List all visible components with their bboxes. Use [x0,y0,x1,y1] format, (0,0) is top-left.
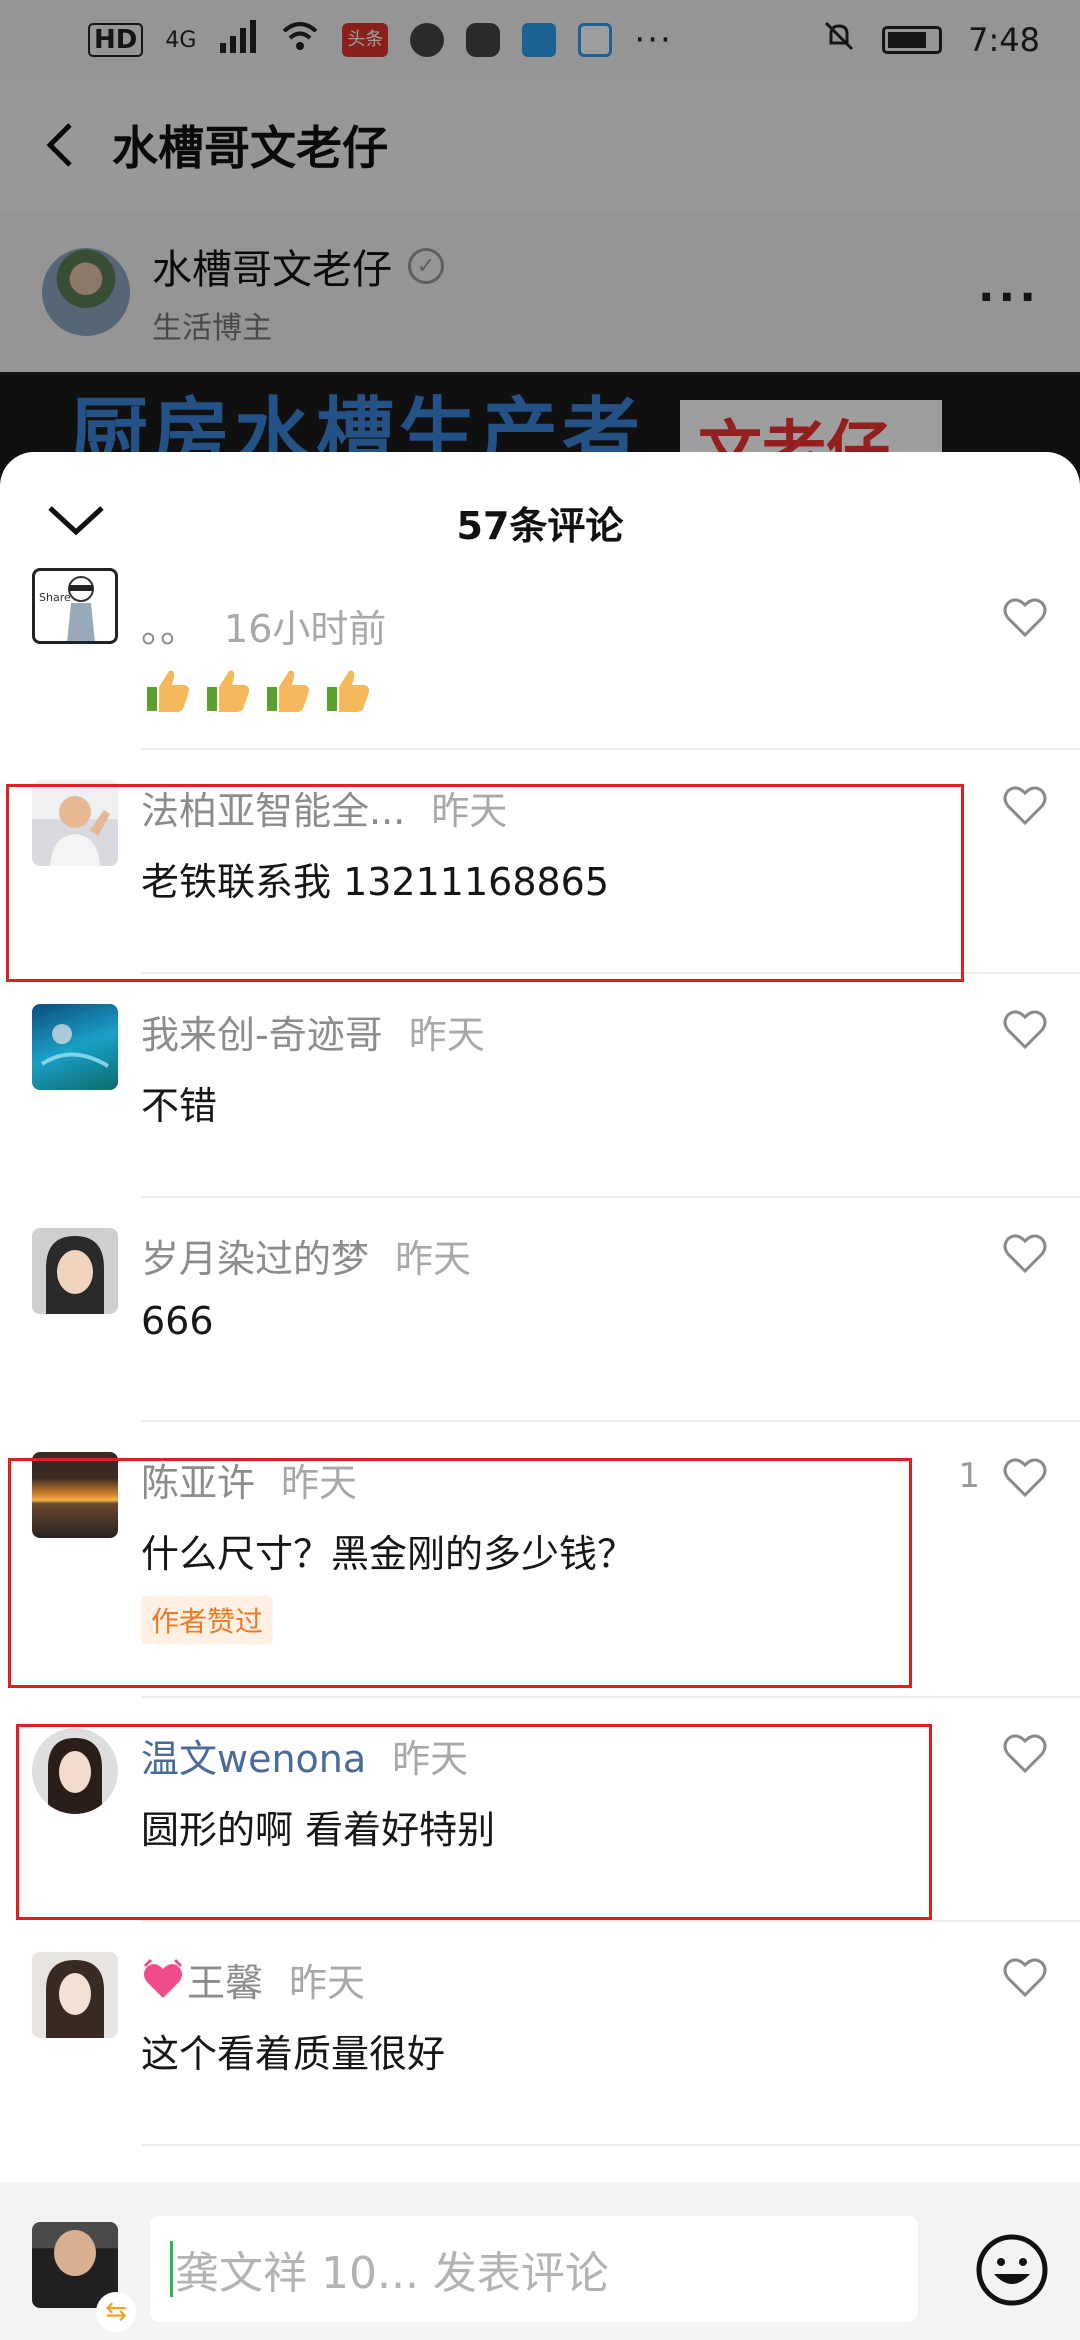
highlight-box [6,784,964,982]
thumbs-up-icon [327,670,369,712]
like-heart-icon[interactable] [1002,1008,1048,1050]
comment-text: 666 [141,1299,214,1343]
comment-item: Share 。。 16小时前 [0,452,1080,752]
comment-time: 昨天 [395,1237,472,1281]
like-heart-icon[interactable] [1002,1956,1048,1998]
comment-text: 这个看着质量很好 [141,2032,446,2076]
comment-input[interactable]: 龚文祥 10... 发表评论 [150,2216,918,2322]
text-caret [170,2241,173,2297]
comment-avatar[interactable] [32,1228,118,1314]
comment-text: 不错 [141,1084,218,1128]
thumbs-up-icon [267,670,309,712]
comment-author[interactable]: 王馨 [187,1952,263,2007]
like-heart-icon[interactable] [1002,1232,1048,1274]
comment-author[interactable]: 。。 [141,598,198,653]
comment-avatar[interactable]: Share [32,568,118,644]
comment-item: 我来创-奇迹哥 昨天 不错 [0,974,1080,1198]
heart-emoji-icon [143,1958,183,1998]
comment-input-bar: ⇆ 龚文祥 10... 发表评论 [0,2182,1080,2340]
emoji-reaction [141,665,373,717]
comment-time: 16小时前 [224,607,387,651]
comment-time: 昨天 [289,1961,366,2005]
thumbs-up-icon [207,670,249,712]
svg-text:Share: Share [39,591,71,604]
comment-author[interactable]: 我来创-奇迹哥 [141,1004,383,1059]
comment-item: 岁月染过的梦 昨天 666 [0,1198,1080,1422]
comment-avatar[interactable] [32,1004,118,1090]
comment-avatar[interactable] [32,1952,118,2038]
comment-time: 昨天 [408,1013,485,1057]
like-heart-icon[interactable] [1002,596,1048,638]
comment-author[interactable]: 岁月染过的梦 [141,1228,369,1283]
thumbs-up-icon [147,670,189,712]
like-heart-icon[interactable] [1002,1732,1048,1774]
highlight-box [16,1724,932,1920]
highlight-box [8,1458,912,1688]
comment-input-placeholder: 龚文祥 10... 发表评论 [175,2248,609,2299]
like-count: 1 [958,1456,980,1496]
comment-item: 王馨 昨天 这个看着质量很好 [0,1922,1080,2146]
like-heart-icon[interactable] [1002,1456,1048,1498]
switch-account-icon[interactable]: ⇆ [96,2292,136,2332]
divider [141,2144,1080,2146]
emoji-icon[interactable] [974,2232,1050,2308]
comment-sheet: 57条评论 Share 。。 16小时前 法柏亚智能全... 昨天 老铁联系我 … [0,452,1080,2340]
like-heart-icon[interactable] [1002,784,1048,826]
